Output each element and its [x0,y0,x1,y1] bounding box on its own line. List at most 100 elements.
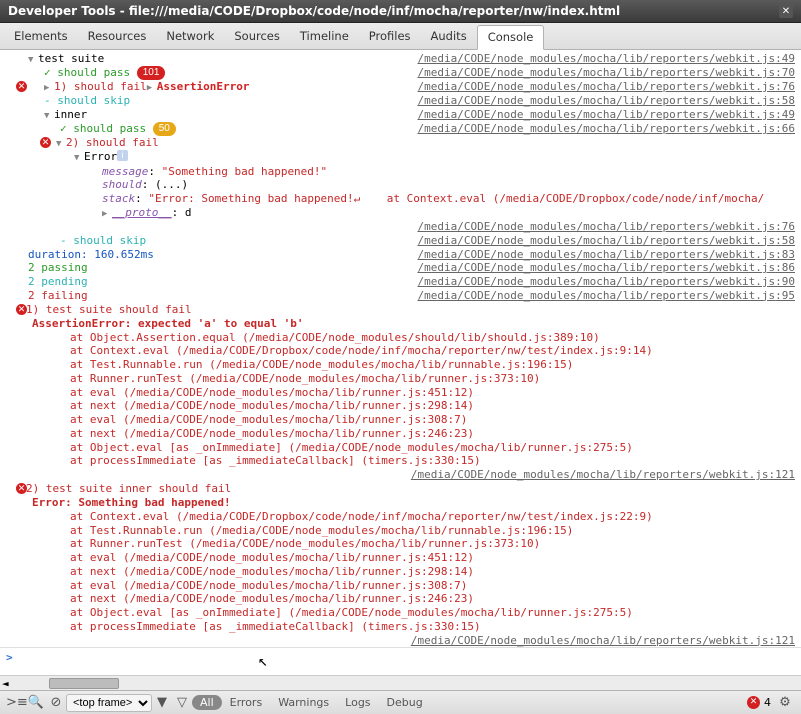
tab-timeline[interactable]: Timeline [290,25,359,49]
error-message: Error: Something bad happened! [0,496,801,510]
source-link[interactable]: /media/CODE/node_modules/mocha/lib/repor… [418,275,796,289]
source-link[interactable]: /media/CODE/node_modules/mocha/lib/repor… [418,52,796,66]
tab-network[interactable]: Network [156,25,224,49]
stack-line: at eval (/media/CODE/node_modules/mocha/… [0,551,801,565]
test-fail[interactable]: ✕ 1) should failAssertionError /media/CO… [0,80,801,94]
suite-header[interactable]: test suite /media/CODE/node_modules/moch… [0,52,801,66]
stack-line: at processImmediate [as _immediateCallba… [0,454,801,468]
tab-audits[interactable]: Audits [421,25,477,49]
filter-warnings[interactable]: Warnings [270,695,337,710]
suite-name: inner [54,108,87,122]
duration-badge: 101 [137,66,166,80]
stack-line: at eval (/media/CODE/node_modules/mocha/… [0,413,801,427]
source-only: /media/CODE/node_modules/mocha/lib/repor… [0,634,801,648]
info-icon[interactable]: i [117,150,128,161]
tab-elements[interactable]: Elements [4,25,78,49]
passing-count: 2 passing /media/CODE/node_modules/mocha… [0,261,801,275]
error-count-badge[interactable]: ✕ [747,696,760,709]
chevron-right-icon[interactable] [147,80,157,94]
test-fail[interactable]: ✕ 2) should fail [0,136,801,150]
filter-debug[interactable]: Debug [379,695,431,710]
prompt-icon: > [6,651,13,665]
source-link[interactable]: /media/CODE/node_modules/mocha/lib/repor… [418,261,796,275]
source-link[interactable]: /media/CODE/node_modules/mocha/lib/repor… [418,122,796,136]
chevron-down-icon[interactable] [74,150,84,164]
filter-all[interactable]: All [192,695,222,710]
source-link[interactable]: /media/CODE/node_modules/mocha/lib/repor… [411,634,795,648]
close-icon[interactable]: ✕ [779,4,793,18]
stack-line: at next (/media/CODE/node_modules/mocha/… [0,399,801,413]
duration-badge: 50 [153,122,176,136]
source-link[interactable]: /media/CODE/node_modules/mocha/lib/repor… [411,468,795,482]
chevron-down-icon[interactable] [28,52,38,66]
object-property: message: "Something bad happened!" [0,165,801,179]
gear-icon[interactable]: ⚙ [775,695,795,710]
tab-console[interactable]: Console [477,25,545,50]
object-property: stack: "Error: Something bad happened!↵ … [0,192,801,206]
filter-icon[interactable]: ▽ [172,695,192,710]
tab-profiles[interactable]: Profiles [359,25,421,49]
chevron-right-icon[interactable] [44,80,54,94]
drawer-icon[interactable]: >≡ [6,695,26,710]
error-icon: ✕ [16,304,27,315]
console-prompt[interactable]: > [0,647,801,668]
chevron-down-icon[interactable]: ▼ [152,695,172,710]
console-output: test suite /media/CODE/node_modules/moch… [0,50,801,675]
devtools-tabs: Elements Resources Network Sources Timel… [0,23,801,50]
stack-line: at Context.eval (/media/CODE/Dropbox/cod… [0,510,801,524]
scrollbar-thumb[interactable] [49,678,119,689]
chevron-down-icon[interactable] [44,108,54,122]
stack-line: at eval (/media/CODE/node_modules/mocha/… [0,579,801,593]
source-link[interactable]: /media/CODE/node_modules/mocha/lib/repor… [418,289,796,303]
tab-resources[interactable]: Resources [78,25,157,49]
stack-line: at Context.eval (/media/CODE/Dropbox/cod… [0,344,801,358]
search-icon[interactable]: 🔍 [26,695,46,710]
source-link[interactable]: /media/CODE/node_modules/mocha/lib/repor… [418,80,796,94]
test-pass: ✓ should pass 50 /media/CODE/node_module… [0,122,801,136]
horizontal-scrollbar[interactable]: ◄ [0,675,801,690]
stack-line: at next (/media/CODE/node_modules/mocha/… [0,427,801,441]
source-link[interactable]: /media/CODE/node_modules/mocha/lib/repor… [418,234,796,248]
suite-name: test suite [38,52,104,66]
pending-count: 2 pending /media/CODE/node_modules/mocha… [0,275,801,289]
filter-logs[interactable]: Logs [337,695,378,710]
stack-line: at Runner.runTest (/media/CODE/node_modu… [0,372,801,386]
scroll-left-icon[interactable]: ◄ [2,677,9,690]
stack-line: at next (/media/CODE/node_modules/mocha/… [0,565,801,579]
tab-sources[interactable]: Sources [224,25,290,49]
clear-icon[interactable]: ⊘ [46,695,66,710]
suite-header[interactable]: inner /media/CODE/node_modules/mocha/lib… [0,108,801,122]
source-only: /media/CODE/node_modules/mocha/lib/repor… [0,220,801,234]
stack-line: at eval (/media/CODE/node_modules/mocha/… [0,386,801,400]
failing-count: 2 failing /media/CODE/node_modules/mocha… [0,289,801,303]
failure-block[interactable]: ✕ 1) test suite should fail [0,303,801,317]
source-link[interactable]: /media/CODE/node_modules/mocha/lib/repor… [418,248,796,262]
stack-line: at Runner.runTest (/media/CODE/node_modu… [0,537,801,551]
failure-block[interactable]: ✕ 2) test suite inner should fail [0,482,801,496]
stack-line: at next (/media/CODE/node_modules/mocha/… [0,592,801,606]
source-link[interactable]: /media/CODE/node_modules/mocha/lib/repor… [418,108,796,122]
chevron-right-icon[interactable] [102,206,112,220]
test-skip: - should skip /media/CODE/node_modules/m… [0,234,801,248]
error-icon: ✕ [16,81,27,92]
error-object[interactable]: Error i [0,150,801,164]
chevron-down-icon[interactable] [56,136,66,150]
stack-line: at Test.Runnable.run (/media/CODE/node_m… [0,524,801,538]
source-link[interactable]: /media/CODE/node_modules/mocha/lib/repor… [418,66,796,80]
error-icon: ✕ [40,137,51,148]
source-link[interactable]: /media/CODE/node_modules/mocha/lib/repor… [418,220,796,234]
filter-errors[interactable]: Errors [222,695,271,710]
object-property[interactable]: __proto__: d [0,206,801,220]
test-pass: ✓ should pass 101 /media/CODE/node_modul… [0,66,801,80]
duration-line: duration: 160.652ms /media/CODE/node_mod… [0,248,801,262]
error-icon: ✕ [16,483,27,494]
stack-line: at Object.eval [as _onImmediate] (/media… [0,441,801,455]
frame-select[interactable]: <top frame> [66,694,152,712]
object-property: should: (...) [0,178,801,192]
console-input[interactable] [19,652,795,665]
source-link[interactable]: /media/CODE/node_modules/mocha/lib/repor… [418,94,796,108]
stack-line: at Test.Runnable.run (/media/CODE/node_m… [0,358,801,372]
source-only: /media/CODE/node_modules/mocha/lib/repor… [0,468,801,482]
error-message: AssertionError: expected 'a' to equal 'b… [0,317,801,331]
window-title: Developer Tools - file:///media/CODE/Dro… [8,4,620,18]
